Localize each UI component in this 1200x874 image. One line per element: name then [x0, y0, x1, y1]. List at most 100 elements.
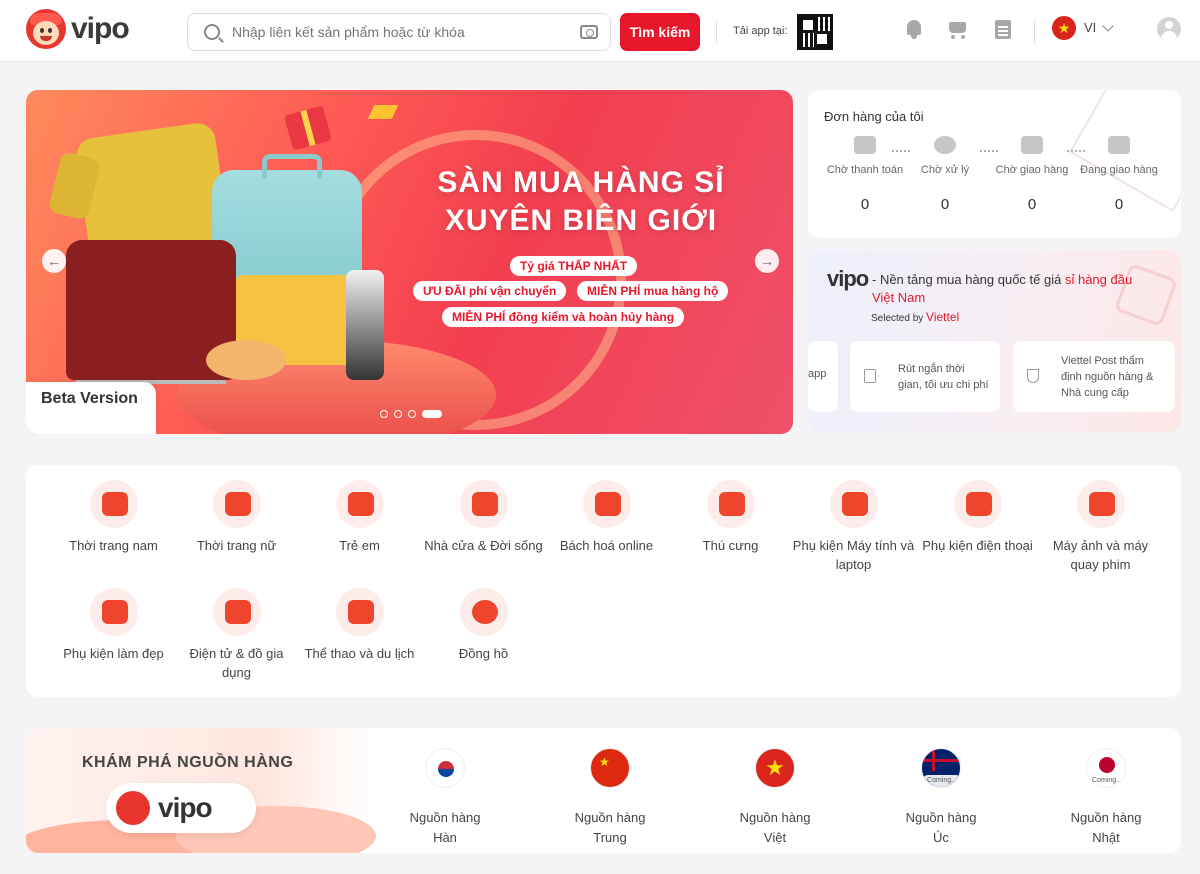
selected-by-viettel: Selected by Viettel — [871, 310, 960, 324]
coming-soon-badge: Coming... — [1087, 775, 1125, 787]
banner-pill: Tỷ giá THẤP NHẤT — [510, 256, 638, 276]
prev-slide-button[interactable]: ← — [42, 249, 66, 273]
source-china[interactable]: ★ Nguồn hàng Trung — [555, 748, 665, 848]
carousel-dot[interactable] — [394, 410, 402, 418]
luggage-shoe-icon — [335, 588, 384, 636]
source-japan[interactable]: Coming... Nguồn hàng Nhật — [1051, 748, 1161, 848]
gift-icon — [284, 105, 332, 151]
category-men-fashion[interactable]: Thời trang nam — [52, 480, 175, 555]
app-download-label: Tải app tại: — [733, 25, 788, 37]
coming-soon-badge: Coming... — [922, 775, 960, 787]
carousel-dot[interactable] — [408, 410, 416, 418]
banner-pill: ƯU ĐÃI phí vận chuyển — [413, 281, 567, 301]
search-button[interactable]: Tìm kiếm — [620, 13, 700, 51]
vietnam-flag-icon: ★ — [755, 748, 795, 788]
chevron-down-icon[interactable] — [1102, 20, 1114, 32]
divider — [716, 21, 717, 43]
men-fashion-icon — [89, 480, 138, 528]
mascot-icon — [116, 791, 150, 825]
camera-icon — [1076, 480, 1125, 528]
truck-icon — [854, 136, 876, 154]
pet-bottle-icon — [706, 480, 755, 528]
category-phone-accessories[interactable]: Phụ kiện điện thoại — [916, 480, 1039, 555]
grocery-basket-icon — [582, 480, 631, 528]
category-computer-accessories[interactable]: Phụ kiện Máy tính và laptop — [792, 480, 915, 574]
clock-icon — [934, 136, 956, 154]
women-fashion-icon — [212, 480, 261, 528]
qr-code-icon — [797, 14, 833, 50]
feature-card: app — [808, 341, 838, 412]
bell-icon[interactable] — [903, 18, 925, 40]
order-status-awaiting-delivery[interactable]: Chờ giao hàng 0 — [989, 136, 1075, 213]
vipo-promo-card: vipo - Nền tảng mua hàng quốc tế giá sỉ … — [808, 250, 1181, 432]
necklace-icon — [89, 588, 138, 636]
category-home-living[interactable]: Nhà cửa & Đời sống — [422, 480, 545, 555]
search-icon — [204, 24, 220, 40]
avatar[interactable] — [1157, 17, 1181, 41]
beta-version-badge: Beta Version — [26, 382, 156, 434]
divider — [1034, 21, 1035, 43]
vietnam-flag-icon[interactable]: ★ — [1052, 16, 1076, 40]
language-selector[interactable]: VI — [1084, 20, 1096, 35]
hourglass-icon — [864, 369, 876, 383]
delivery-truck-icon — [1108, 136, 1130, 154]
vipo-logo: vipo — [106, 783, 256, 833]
bottle-illustration — [346, 270, 384, 380]
promo-tagline: - Nền tảng mua hàng quốc tế giá sỉ hàng … — [872, 272, 1133, 305]
top-header: vipo Tìm kiếm Tải app tại: ★ VI — [0, 0, 1200, 62]
my-orders-card: Đơn hàng của tôi Chờ thanh toán 0 Chờ xử… — [808, 90, 1181, 238]
watch-icon — [459, 588, 508, 636]
carousel-dots — [380, 410, 442, 418]
sources-title: KHÁM PHÁ NGUỒN HÀNG — [82, 754, 294, 771]
order-status-processing[interactable]: Chờ xử lý 0 — [902, 136, 988, 213]
category-watches[interactable]: Đồng hồ — [422, 588, 545, 663]
cart-icon[interactable] — [946, 18, 968, 40]
banner-pill: MIỄN PHÍ đồng kiểm và hoàn hủy hàng — [442, 307, 685, 327]
bread-illustration — [206, 340, 286, 380]
next-slide-button[interactable]: → — [755, 249, 779, 273]
package-icon — [1021, 136, 1043, 154]
china-flag-icon: ★ — [590, 748, 630, 788]
phone-accessory-icon — [953, 480, 1002, 528]
hero-banner[interactable]: SÀN MUA HÀNG SỈ XUYÊN BIÊN GIỚI Tỷ giá T… — [26, 90, 793, 434]
source-vietnam[interactable]: ★ Nguồn hàng Việt — [720, 748, 830, 848]
fan-appliance-icon — [212, 588, 261, 636]
category-electronics[interactable]: Điện tử & đồ gia dụng — [175, 588, 298, 682]
search-bar — [187, 13, 611, 51]
banner-pill: MIỄN PHÍ mua hàng hộ — [577, 281, 729, 301]
carousel-dot-active[interactable] — [422, 410, 442, 418]
feature-card: Rút ngắn thời gian, tối ưu chi phí — [850, 341, 1000, 412]
category-sports-travel[interactable]: Thể thao và du lịch — [298, 588, 421, 663]
orders-title: Đơn hàng của tôi — [824, 109, 924, 124]
order-status-delivering[interactable]: Đang giao hàng 0 — [1076, 136, 1162, 213]
categories-panel: Thời trang nam Thời trang nữ Trẻ em Nhà … — [26, 465, 1181, 697]
keyboard-icon — [829, 480, 878, 528]
orders-clipboard-icon[interactable] — [992, 18, 1014, 40]
category-grocery[interactable]: Bách hoá online — [545, 480, 668, 555]
teddy-bear-icon — [335, 480, 384, 528]
source-korea[interactable]: Nguồn hàng Hàn — [390, 748, 500, 848]
japan-flag-icon: Coming... — [1086, 748, 1126, 788]
feature-card: Viettel Post thẩm định nguồn hàng & Nhà … — [1013, 341, 1175, 412]
source-australia[interactable]: Coming... Nguồn hàng Úc — [886, 748, 996, 848]
category-beauty-accessories[interactable]: Phụ kiện làm đẹp — [52, 588, 175, 663]
category-pets[interactable]: Thú cưng — [669, 480, 792, 555]
category-kids[interactable]: Trẻ em — [298, 480, 421, 555]
mascot-icon — [26, 9, 66, 49]
australia-flag-icon: Coming... — [921, 748, 961, 788]
logo-text: vipo — [71, 12, 130, 45]
sofa-lamp-icon — [459, 480, 508, 528]
carousel-dot[interactable] — [380, 410, 388, 418]
sources-banner: KHÁM PHÁ NGUỒN HÀNG vipo — [26, 728, 376, 853]
korea-flag-icon — [425, 748, 465, 788]
banner-title: SÀN MUA HÀNG SỈ XUYÊN BIÊN GIỚI — [437, 166, 725, 237]
shield-check-icon — [1027, 369, 1039, 383]
order-status-awaiting-payment[interactable]: Chờ thanh toán 0 — [822, 136, 908, 213]
vipo-logo[interactable]: vipo — [26, 9, 130, 49]
camera-search-icon[interactable] — [580, 25, 598, 39]
sources-panel: KHÁM PHÁ NGUỒN HÀNG vipo Nguồn hàng Hàn ★… — [26, 728, 1181, 853]
promo-logo: vipo — [827, 266, 869, 291]
category-women-fashion[interactable]: Thời trang nữ — [175, 480, 298, 555]
category-cameras[interactable]: Máy ảnh và máy quay phim — [1039, 480, 1162, 574]
search-input[interactable] — [232, 24, 580, 40]
